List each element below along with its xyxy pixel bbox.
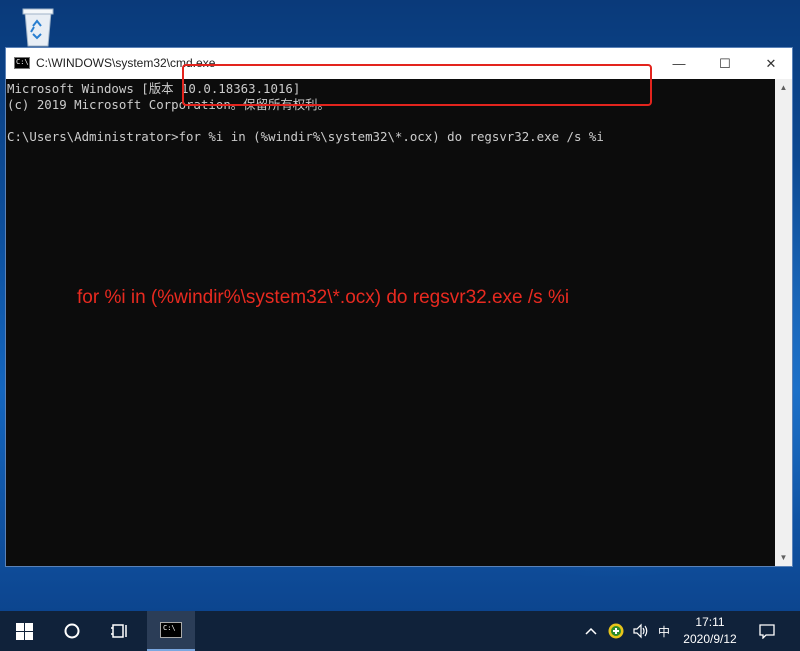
annotation-text: for %i in (%windir%\system32\*.ocx) do r…	[77, 287, 570, 308]
ime-indicator[interactable]: 中	[654, 611, 674, 651]
recycle-bin-icon[interactable]	[16, 4, 60, 48]
chevron-up-icon[interactable]	[580, 611, 602, 651]
network-status-icon[interactable]	[604, 611, 628, 651]
task-view-icon[interactable]	[96, 611, 144, 651]
speaker-icon[interactable]	[628, 611, 654, 651]
action-center-icon[interactable]	[752, 611, 782, 651]
command-highlight-box	[182, 64, 652, 106]
system-clock[interactable]: 17:11 2020/9/12	[672, 614, 748, 648]
console-output[interactable]: Microsoft Windows [版本 10.0.18363.1016] (…	[6, 79, 777, 566]
vertical-scrollbar[interactable]: ▲ ▼	[775, 79, 792, 566]
clock-time: 17:11	[695, 615, 725, 629]
scroll-up-arrow-icon[interactable]: ▲	[775, 79, 792, 96]
maximize-button[interactable]: ☐	[702, 48, 748, 79]
cortana-circle-icon[interactable]	[48, 611, 96, 651]
console-command-line: C:\Users\Administrator>for %i in (%windi…	[7, 129, 604, 144]
cmd-taskbar-icon: C:\	[160, 622, 182, 638]
cmd-app-icon: C:\	[14, 57, 30, 69]
windows-start-icon[interactable]	[0, 611, 48, 651]
taskbar: C:\ 中 17:11 2020/9/12	[0, 611, 800, 651]
scroll-down-arrow-icon[interactable]: ▼	[775, 549, 792, 566]
taskbar-cmd-button[interactable]: C:\	[147, 611, 195, 651]
minimize-button[interactable]: —	[656, 48, 702, 79]
clock-date: 2020/9/12	[683, 632, 737, 646]
close-button[interactable]: ✕	[748, 48, 794, 79]
